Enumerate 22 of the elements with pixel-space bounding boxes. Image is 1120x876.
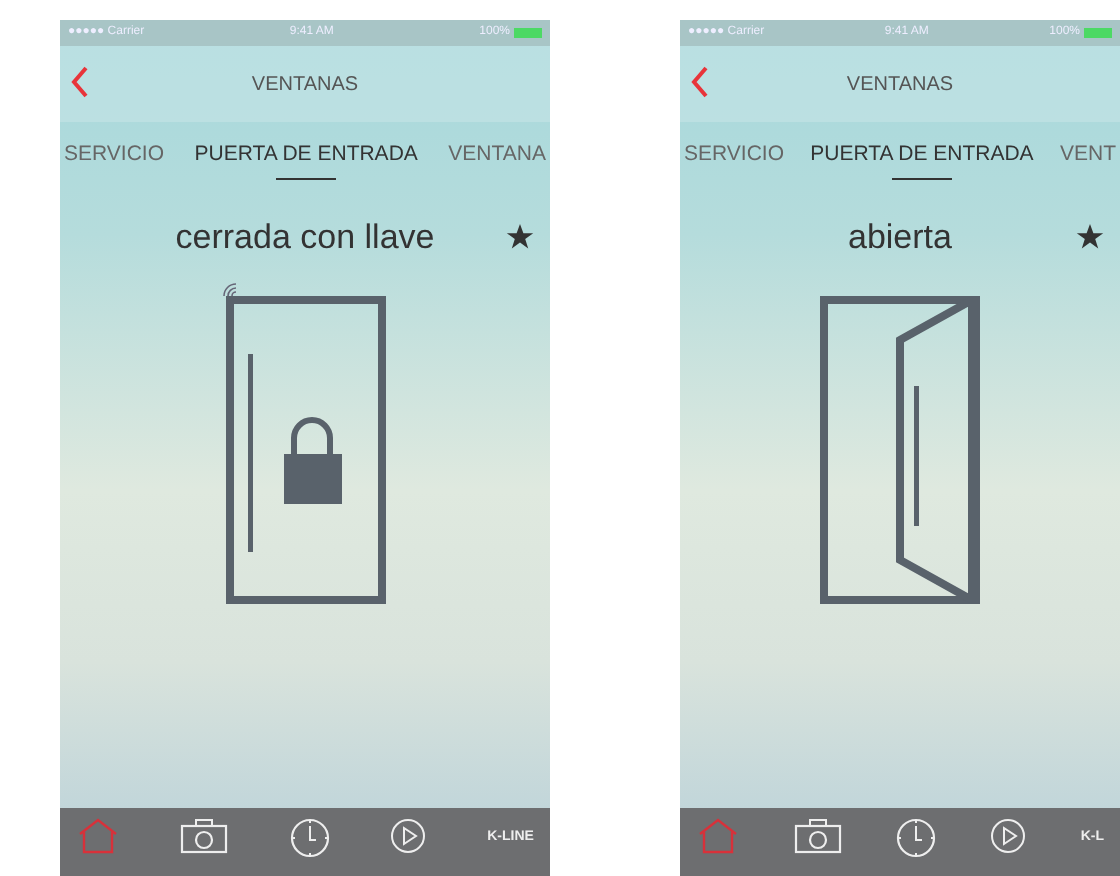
tab[interactable]: SERVICIO: [684, 135, 784, 181]
clock-icon[interactable]: [289, 818, 330, 858]
door-status: cerrada con llave: [175, 216, 435, 261]
screen-title: VENTANAS: [251, 71, 359, 99]
door-status: abierta: [848, 216, 952, 261]
play-icon[interactable]: [390, 818, 427, 854]
camera-icon[interactable]: [180, 818, 229, 854]
screen-title: VENTANAS: [846, 71, 954, 99]
battery-icon: [514, 28, 542, 38]
star-icon[interactable]: [506, 224, 534, 250]
camera-icon[interactable]: [794, 818, 843, 854]
back-icon[interactable]: [70, 66, 90, 98]
tab[interactable]: VENTANA: [448, 135, 546, 181]
battery-icon: [1084, 28, 1112, 38]
tab[interactable]: PUERTA DE ENTRADA: [810, 135, 1034, 181]
play-icon[interactable]: [990, 818, 1027, 854]
star-icon[interactable]: [1076, 224, 1104, 250]
clock-icon[interactable]: [896, 818, 937, 858]
tab[interactable]: SERVICIO: [64, 135, 164, 181]
tab[interactable]: VENT: [1059, 135, 1116, 181]
back-icon[interactable]: [690, 66, 710, 98]
tab[interactable]: PUERTA DE ENTRADA: [194, 135, 418, 181]
